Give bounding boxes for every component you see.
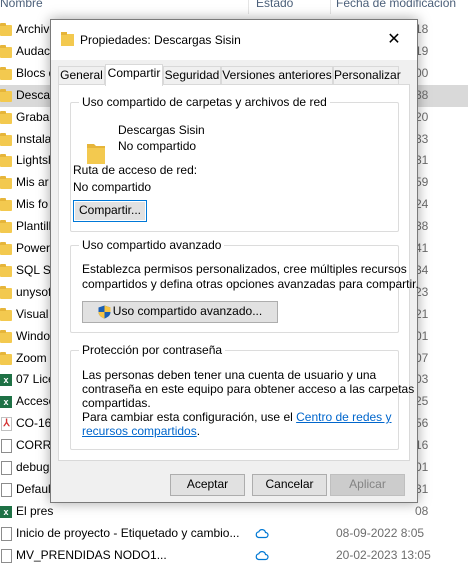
folder-icon bbox=[0, 351, 12, 365]
file-row[interactable]: x El pres 08 bbox=[0, 501, 468, 523]
file-modified-date: 08-09-2022 8:05 bbox=[336, 525, 425, 540]
password-text-line: Las personas deben tener una cuenta de u… bbox=[82, 368, 377, 382]
password-text-line: contraseña en este equipo para obtener a… bbox=[82, 382, 415, 396]
folder-icon bbox=[0, 88, 12, 102]
password-protection-group: Protección por contraseña Las personas d… bbox=[70, 343, 414, 450]
tab-personalizar[interactable]: Personalizar bbox=[333, 66, 401, 85]
password-text-line: Para cambiar esta configuración, use el … bbox=[82, 410, 392, 425]
group-label: Protección por contraseña bbox=[79, 343, 226, 357]
file-name: Lightsh bbox=[16, 153, 55, 168]
folder-icon bbox=[0, 66, 12, 80]
share-button[interactable]: Compartir... bbox=[73, 200, 147, 222]
network-path-value: No compartido bbox=[73, 180, 152, 194]
cloud-status-icon bbox=[255, 528, 269, 538]
tab-panel-compartir: Uso compartido de carpetas y archivos de… bbox=[58, 84, 419, 461]
file-name: CO-16 bbox=[16, 416, 52, 431]
file-name: El pres bbox=[16, 503, 54, 518]
folder-icon bbox=[0, 44, 12, 58]
folder-icon bbox=[0, 110, 12, 124]
ok-button[interactable]: Aceptar bbox=[170, 474, 245, 496]
excel-file-icon: x bbox=[0, 396, 12, 409]
advanced-description-line: Establezca permisos personalizados, cree… bbox=[82, 262, 407, 276]
advanced-sharing-button-label: Uso compartido avanzado... bbox=[112, 304, 263, 318]
file-row[interactable]: Inicio de proyecto - Etiquetado y cambio… bbox=[0, 523, 468, 545]
column-divider[interactable] bbox=[248, 0, 249, 14]
column-header-modified[interactable]: Fecha de modificación bbox=[336, 0, 456, 10]
file-name: Audac bbox=[16, 43, 51, 58]
file-name: Mis ar bbox=[16, 175, 49, 190]
file-icon bbox=[1, 439, 12, 454]
file-name: debug bbox=[16, 460, 50, 474]
file-name: Zoom bbox=[16, 350, 47, 365]
excel-file-icon: x bbox=[0, 374, 12, 387]
folder-icon bbox=[0, 176, 12, 190]
advanced-description-line: compartidos y defina otras opciones avan… bbox=[82, 277, 419, 291]
folder-icon bbox=[0, 307, 12, 321]
file-name: Defaul bbox=[16, 481, 51, 496]
folder-icon bbox=[0, 263, 12, 277]
network-center-link[interactable]: Centro de redes y bbox=[296, 410, 391, 424]
cloud-status-icon bbox=[255, 550, 269, 560]
folder-icon bbox=[0, 132, 12, 146]
folder-icon bbox=[0, 23, 12, 36]
tab-general[interactable]: General bbox=[58, 66, 105, 85]
folder-icon bbox=[0, 220, 12, 234]
folder-icon bbox=[0, 329, 12, 343]
file-name: Descar bbox=[16, 87, 55, 102]
file-modified-date: 20-02-2023 13:05 bbox=[336, 547, 431, 562]
close-button[interactable]: ✕ bbox=[371, 20, 417, 60]
file-modified-date: 08 bbox=[415, 503, 429, 518]
tab-versiones-anteriores[interactable]: Versiones anteriores bbox=[221, 66, 333, 85]
shared-folder-icon bbox=[87, 144, 105, 164]
dialog-title: Propiedades: Descargas Sisin bbox=[80, 33, 241, 47]
folder-icon bbox=[0, 285, 12, 299]
column-header-status[interactable]: Estado bbox=[256, 0, 293, 10]
file-icon bbox=[1, 461, 12, 475]
dialog-titlebar[interactable]: Propiedades: Descargas Sisin ✕ bbox=[51, 20, 417, 60]
file-name: Instala bbox=[16, 131, 52, 146]
uac-shield-icon bbox=[98, 305, 111, 319]
file-row[interactable]: MV_PRENDIDAS NODO1... 20-02-2023 13:05 bbox=[0, 545, 468, 567]
folder-name: Descargas Sisin bbox=[118, 123, 205, 137]
file-name: 07 Lice bbox=[16, 372, 55, 387]
folder-icon bbox=[0, 198, 12, 212]
period-text: . bbox=[196, 424, 201, 438]
properties-dialog: Propiedades: Descargas Sisin ✕ General C… bbox=[50, 19, 419, 503]
file-name: Graba bbox=[16, 109, 50, 124]
advanced-sharing-button[interactable]: Uso compartido avanzado... bbox=[82, 301, 278, 323]
file-name: Visual bbox=[16, 306, 49, 321]
password-change-text: Para cambiar esta configuración, use el bbox=[82, 410, 297, 424]
column-header-name[interactable]: Nombre bbox=[0, 0, 43, 10]
group-label: Uso compartido de carpetas y archivos de… bbox=[79, 95, 330, 109]
group-label: Uso compartido avanzado bbox=[79, 238, 225, 252]
folder-icon bbox=[61, 32, 74, 46]
file-icon bbox=[1, 482, 12, 497]
network-center-link-continued[interactable]: recursos compartidos bbox=[82, 424, 197, 438]
file-name: Power bbox=[16, 241, 51, 255]
file-name: MV_PRENDIDAS NODO1... bbox=[16, 547, 167, 562]
tab-compartir[interactable]: Compartir bbox=[105, 64, 163, 86]
tab-strip: General Compartir Seguridad Versiones an… bbox=[58, 64, 410, 86]
folder-share-status: No compartido bbox=[118, 139, 197, 153]
password-text-line: recursos compartidos. bbox=[82, 424, 200, 439]
file-name: Plantill bbox=[16, 219, 52, 234]
pdf-file-icon: ⅄ bbox=[1, 417, 12, 432]
folder-icon bbox=[0, 154, 12, 168]
folder-icon bbox=[0, 242, 12, 255]
file-name: unysof bbox=[16, 284, 52, 299]
column-divider[interactable] bbox=[330, 0, 331, 14]
file-name: Mis fo bbox=[16, 197, 49, 212]
advanced-sharing-group: Uso compartido avanzado Establezca permi… bbox=[70, 238, 419, 333]
file-icon bbox=[1, 526, 12, 541]
excel-file-icon: x bbox=[0, 505, 12, 518]
apply-button[interactable]: Aplicar bbox=[330, 474, 405, 496]
file-name: Windo bbox=[16, 328, 51, 343]
tab-seguridad[interactable]: Seguridad bbox=[163, 66, 221, 85]
file-name: Inicio de proyecto - Etiquetado y cambio… bbox=[16, 525, 240, 540]
file-icon bbox=[1, 548, 12, 563]
network-sharing-group: Uso compartido de carpetas y archivos de… bbox=[70, 95, 399, 232]
cancel-button[interactable]: Cancelar bbox=[252, 474, 327, 496]
password-text-line: compartidas. bbox=[82, 396, 151, 410]
network-path-label: Ruta de acceso de red: bbox=[73, 163, 198, 177]
